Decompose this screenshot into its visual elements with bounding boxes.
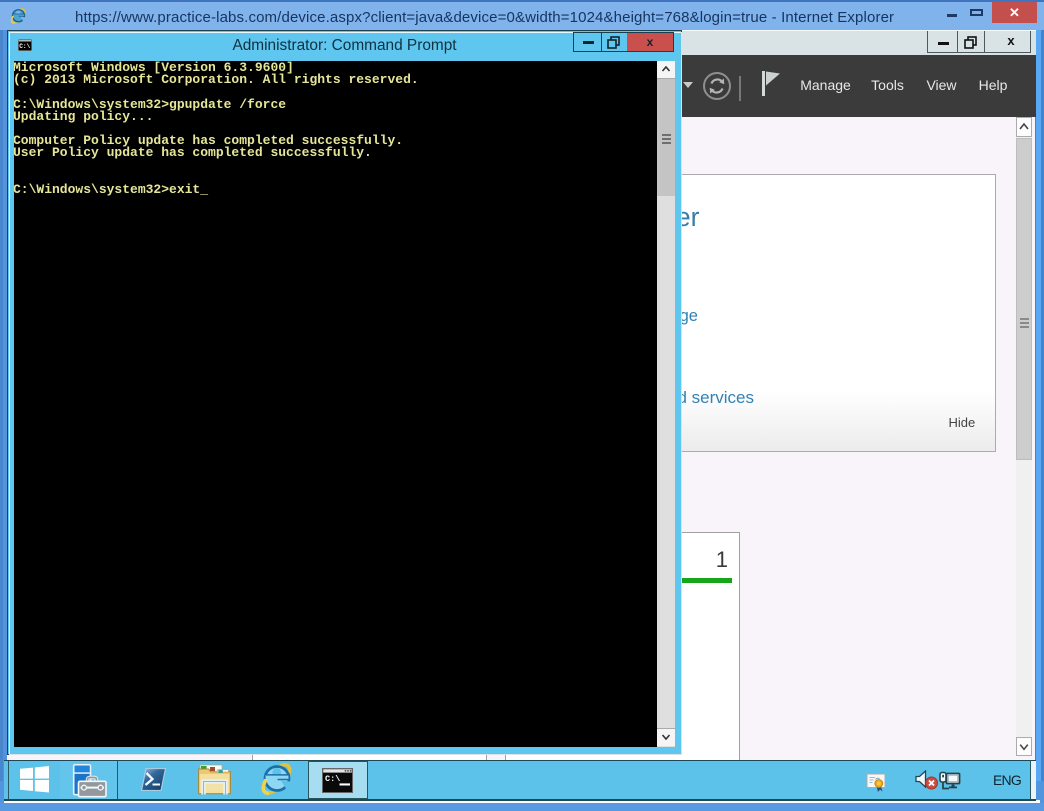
svg-text:C:\: C:\ bbox=[325, 774, 340, 784]
